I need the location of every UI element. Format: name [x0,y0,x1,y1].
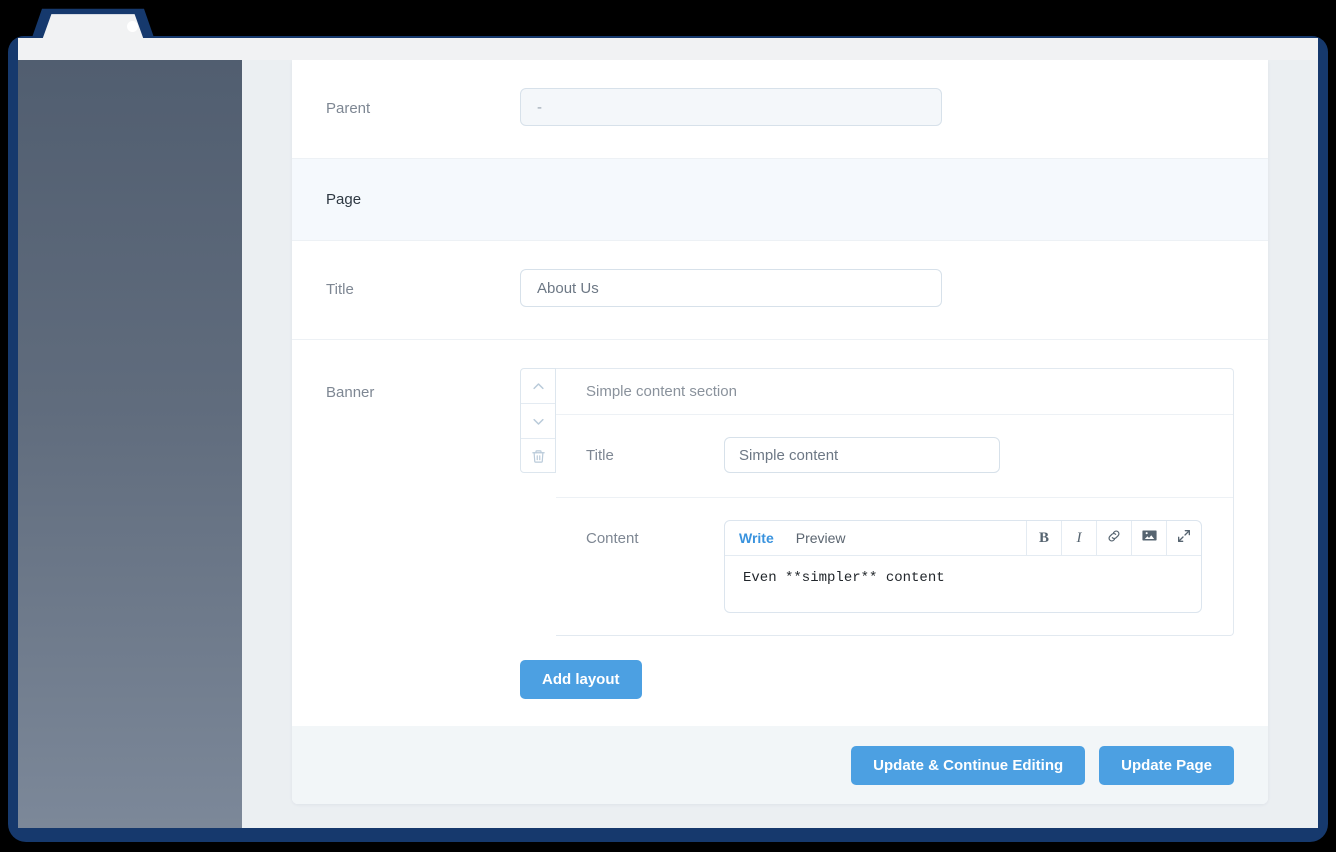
markdown-toolbar: Write Preview B I [725,521,1201,556]
form-scroll-area: Parent Page Title [292,60,1268,726]
form-row-parent: Parent [292,60,1268,159]
link-icon [1106,528,1122,549]
markdown-tabs: Write Preview [725,521,1026,555]
layout-content-label: Content [586,530,639,547]
move-up-button[interactable] [521,369,555,404]
favicon-dot-icon [127,21,138,32]
chevron-down-icon [531,414,546,429]
add-layout-button[interactable]: Add layout [520,660,642,699]
move-down-button[interactable] [521,404,555,439]
update-continue-editing-button[interactable]: Update & Continue Editing [851,745,1086,785]
layout-title-input[interactable] [724,437,1000,473]
chevron-up-icon [531,379,546,394]
layout-field-row-title: Title [556,415,1233,498]
update-page-button[interactable]: Update Page [1099,745,1234,785]
form-row-banner: Banner Simple content section Title Simp… [292,340,1268,726]
trash-icon [531,449,546,464]
layout-panel-header: Simple content section [556,369,1233,415]
italic-button[interactable]: I [1061,521,1096,555]
bold-button[interactable]: B [1026,521,1061,555]
title-input[interactable] [520,269,942,307]
italic-icon: I [1076,529,1082,546]
browser-device-frame: Parent Page Title [0,0,1336,852]
markdown-tool-buttons: B I [1026,521,1201,555]
parent-input[interactable] [520,88,942,126]
section-title-page: Page [326,191,362,208]
admin-sidebar[interactable] [18,60,242,828]
layout-title-field-wrap [724,437,1203,473]
title-field-wrap [520,269,1234,307]
layout-controls [520,368,556,473]
tab-write[interactable]: Write [739,521,774,555]
add-layout-wrap: Add layout [520,636,1234,699]
browser-toolbar [18,38,1318,60]
fullscreen-icon [1176,528,1192,549]
layout-builder: Simple content section Title Content [520,368,1234,699]
layout-content-field-wrap: Write Preview B I Even **simpler** conte… [724,520,1203,613]
markdown-textarea[interactable]: Even **simpler** content [725,556,1201,612]
layout-field-row-content: Content Write Preview B I Even **simpler… [556,498,1233,635]
form-row-title: Title [292,241,1268,340]
parent-field-wrap [520,88,1234,126]
link-button[interactable] [1096,521,1131,555]
title-label: Title [326,281,354,298]
tab-preview[interactable]: Preview [796,521,846,555]
page-edit-card: Parent Page Title [292,60,1268,804]
layout-title-label: Title [586,447,614,464]
image-icon [1141,527,1158,549]
markdown-editor: Write Preview B I Even **simpler** conte… [724,520,1202,613]
banner-label: Banner [326,384,375,401]
browser-viewport: Parent Page Title [18,60,1318,828]
delete-layout-button[interactable] [521,439,555,474]
parent-label: Parent [326,100,371,117]
image-button[interactable] [1131,521,1166,555]
card-footer: Update & Continue Editing Update Page [292,726,1268,804]
fullscreen-button[interactable] [1166,521,1201,555]
bold-icon: B [1038,529,1049,546]
layout-panel: Simple content section Title Content [556,368,1234,636]
layout-block: Simple content section Title Content [520,368,1234,636]
section-header-page: Page [292,159,1268,241]
